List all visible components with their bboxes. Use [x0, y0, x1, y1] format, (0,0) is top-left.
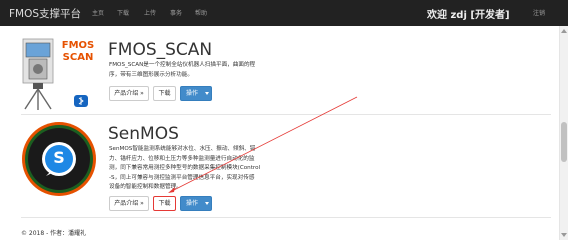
footer-text: © 2018 - 作者：潘耀礼 — [21, 230, 87, 237]
annotation-arrow — [168, 96, 358, 193]
divider — [21, 217, 551, 218]
